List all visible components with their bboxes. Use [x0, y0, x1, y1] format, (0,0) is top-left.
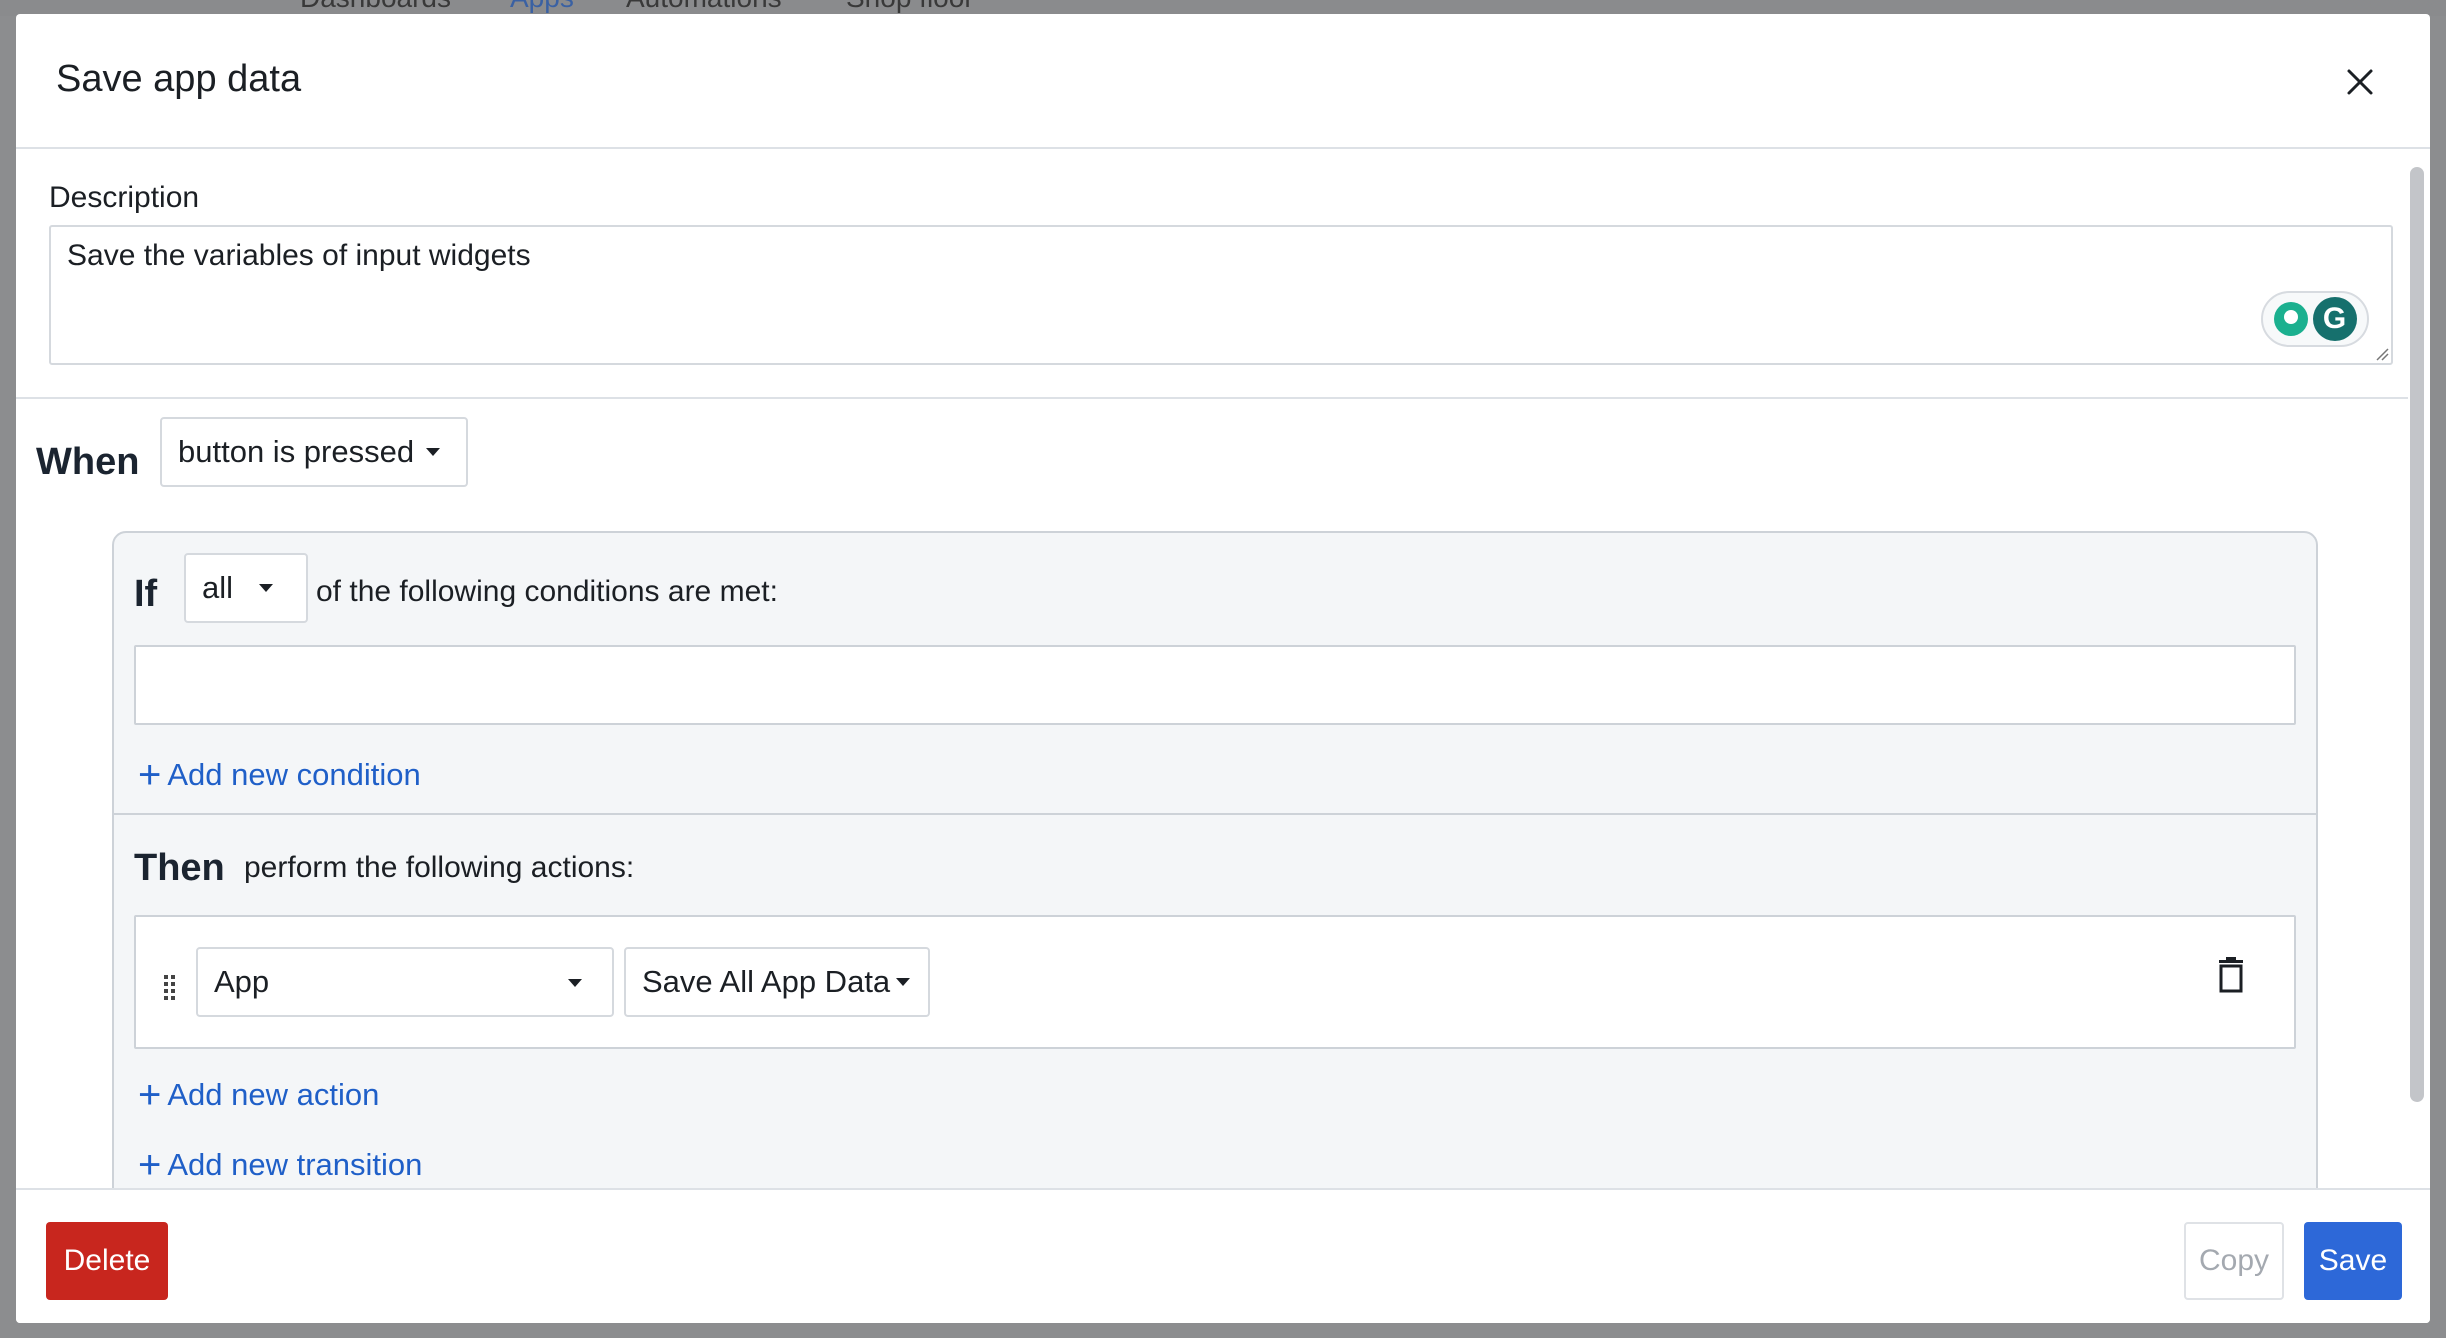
description-label: Description: [49, 181, 200, 214]
plus-icon: +: [138, 1143, 162, 1187]
modal-scrollbar[interactable]: [2408, 151, 2426, 1188]
action-target-value: App: [214, 964, 270, 999]
save-button[interactable]: Save: [2304, 1222, 2402, 1300]
drag-handle-icon[interactable]: [162, 973, 178, 1001]
description-textarea[interactable]: Save the variables of input widgets G: [49, 225, 2393, 365]
plus-icon: +: [138, 1073, 162, 1117]
rule-editor-modal: Save app data Description Save the varia…: [16, 14, 2430, 1323]
modal-footer: Delete Copy Save: [16, 1188, 2430, 1323]
modal-header: Save app data: [16, 14, 2430, 149]
action-row: App Save All App Data: [134, 915, 2296, 1049]
close-button[interactable]: [2340, 62, 2380, 102]
action-target-dropdown[interactable]: App: [196, 947, 614, 1017]
rule-box: If all of the following conditions are m…: [112, 531, 2318, 1188]
add-condition-link[interactable]: + Add new condition: [138, 755, 421, 795]
rule-divider: [114, 813, 2316, 815]
resize-handle-icon[interactable]: [2375, 347, 2389, 361]
copy-button[interactable]: Copy: [2184, 1222, 2284, 1300]
condition-quantifier-dropdown[interactable]: all: [184, 553, 308, 623]
modal-title: Save app data: [56, 58, 302, 100]
when-label: When: [36, 441, 140, 483]
action-operation-value: Save All App Data: [642, 964, 891, 999]
actions-text: perform the following actions:: [244, 851, 635, 884]
scrollbar-thumb[interactable]: [2410, 167, 2424, 1102]
section-divider: [16, 397, 2408, 399]
quantifier-value: all: [202, 570, 234, 605]
conditions-text: of the following conditions are met:: [316, 575, 778, 608]
trigger-dropdown[interactable]: button is pressed: [160, 417, 468, 487]
add-action-label: Add new action: [167, 1077, 380, 1112]
modal-body: Description Save the variables of input …: [16, 151, 2408, 1188]
trash-icon[interactable]: [2214, 957, 2248, 995]
plus-icon: +: [138, 753, 162, 797]
trigger-value: button is pressed: [178, 434, 415, 469]
add-transition-label: Add new transition: [167, 1147, 423, 1182]
grammarly-icon: G: [2312, 297, 2357, 341]
then-label: Then: [134, 847, 225, 889]
if-label: If: [134, 573, 158, 615]
chevron-down-icon: [259, 584, 274, 592]
description-value: Save the variables of input widgets: [67, 239, 531, 272]
add-action-link[interactable]: + Add new action: [138, 1075, 379, 1115]
grammarly-widget[interactable]: G: [2261, 291, 2369, 347]
grammarly-suggestion-icon: [2273, 302, 2308, 336]
delete-button[interactable]: Delete: [46, 1222, 168, 1300]
action-operation-dropdown[interactable]: Save All App Data: [624, 947, 930, 1017]
add-condition-label: Add new condition: [167, 757, 421, 792]
add-transition-link[interactable]: + Add new transition: [138, 1145, 422, 1185]
conditions-list[interactable]: [134, 645, 2296, 725]
chevron-down-icon: [896, 978, 911, 986]
chevron-down-icon: [426, 448, 441, 456]
chevron-down-icon: [568, 979, 582, 987]
close-icon: [2347, 69, 2373, 95]
